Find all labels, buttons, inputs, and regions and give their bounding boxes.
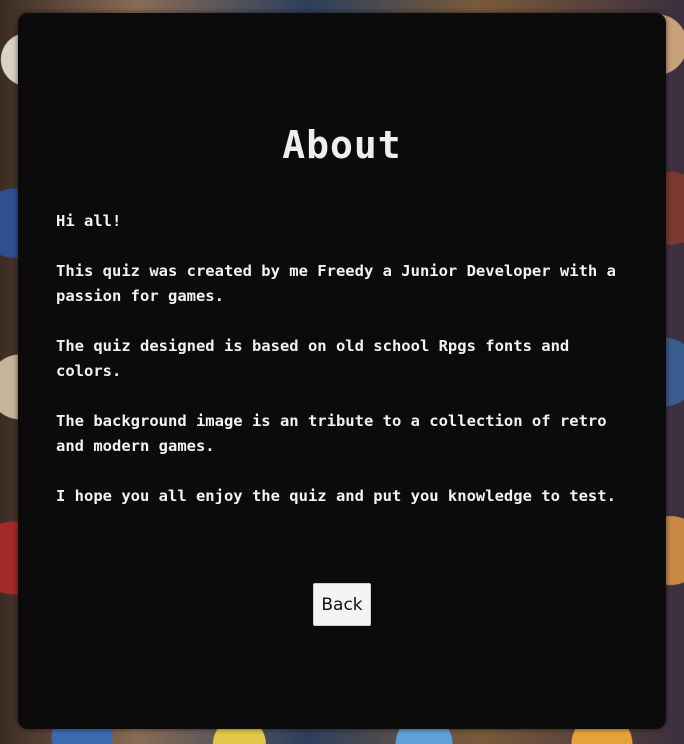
paragraph-greeting: Hi all! [56,212,122,230]
page-title: About [282,123,402,167]
paragraph-background: The background image is an tribute to a … [56,412,607,455]
paragraph-closing: I hope you all enjoy the quiz and put yo… [56,487,616,505]
about-panel: About Hi all! This quiz was created by m… [18,13,666,729]
paragraph-design: The quiz designed is based on old school… [56,337,570,380]
about-text: Hi all! This quiz was created by me Free… [56,209,628,534]
paragraph-creator: This quiz was created by me Freedy a Jun… [56,262,616,305]
back-button[interactable]: Back [313,583,371,626]
